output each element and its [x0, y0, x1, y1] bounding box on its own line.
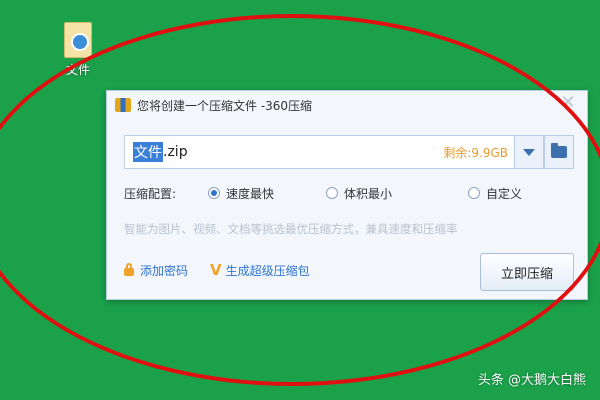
document-icon	[64, 22, 92, 58]
option-fastest-label: 速度最快	[226, 186, 275, 201]
options-label: 压缩配置:	[124, 186, 177, 201]
format-dropdown-button[interactable]	[514, 135, 544, 169]
filename-input[interactable]: 文件 .zip 剩余:9.9GB	[124, 135, 514, 169]
dialog-titlebar: 您将创建一个压缩文件 -360压缩 ✕	[107, 91, 587, 119]
smart-hint-text: 智能为图片、视频、文档等挑选最优压缩方式，兼具速度和压缩率	[124, 222, 458, 236]
radio-fastest[interactable]	[208, 187, 220, 199]
radio-smallest[interactable]	[326, 187, 339, 199]
extra-links-row: 添加密码 V 生成超级压缩包	[124, 261, 310, 279]
compress-dialog: 您将创建一个压缩文件 -360压缩 ✕ 文件 .zip 剩余:9.9GB 压缩配…	[106, 90, 588, 300]
app-badge-icon	[71, 33, 89, 51]
compress-now-button[interactable]: 立即压缩	[480, 253, 574, 291]
add-password-link[interactable]: 添加密码	[140, 262, 188, 279]
create-sfx-link[interactable]: 生成超级压缩包	[226, 262, 310, 279]
option-custom-label: 自定义	[486, 186, 523, 201]
360zip-app-icon	[115, 98, 131, 112]
option-smallest-label: 体积最小	[344, 186, 393, 201]
v-badge-icon: V	[210, 261, 222, 279]
remaining-space: 剩余:9.9GB	[443, 145, 508, 160]
filename-extension: .zip	[163, 144, 188, 160]
option-custom[interactable]: 自定义	[468, 185, 522, 202]
desktop-icon-label: 文件	[65, 63, 90, 77]
browse-folder-button[interactable]	[544, 135, 574, 169]
compress-options-row: 压缩配置: 速度最快 体积最小 自定义	[124, 183, 574, 203]
close-icon[interactable]: ✕	[559, 94, 577, 112]
lock-icon	[124, 263, 134, 276]
chevron-down-icon	[523, 148, 535, 156]
filename-row: 文件 .zip 剩余:9.9GB	[124, 135, 574, 169]
option-fastest[interactable]: 速度最快	[208, 185, 274, 202]
folder-icon	[551, 143, 567, 158]
dialog-title: 您将创建一个压缩文件 -360压缩	[137, 98, 313, 113]
watermark-text: 头条 @大鹅大白熊	[477, 373, 586, 388]
desktop-file-icon[interactable]: 文件	[58, 22, 98, 78]
radio-custom[interactable]	[468, 187, 481, 199]
option-smallest[interactable]: 体积最小	[326, 185, 392, 202]
filename-selected-text: 文件	[133, 142, 163, 162]
